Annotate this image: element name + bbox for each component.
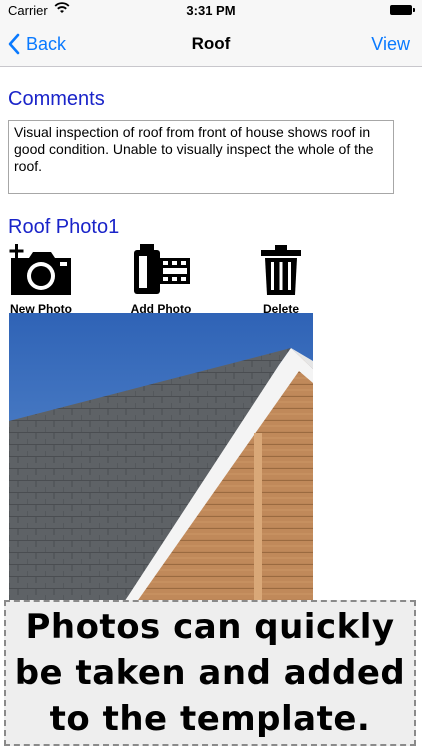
comments-heading: Comments <box>8 88 105 110</box>
camera-add-icon <box>9 244 71 295</box>
status-bar: Carrier 3:31 PM <box>0 0 422 22</box>
photo-section-heading: Roof Photo1 <box>8 216 120 238</box>
roof-photo[interactable] <box>9 313 313 613</box>
battery-icon <box>390 5 415 15</box>
delete-button[interactable]: Delete <box>252 244 310 316</box>
page-title: Roof <box>191 34 231 53</box>
navigation-bar: Back Roof View <box>0 22 422 67</box>
new-photo-button[interactable]: New Photo <box>8 244 74 316</box>
trash-icon <box>261 245 301 295</box>
promo-banner: Photos can quickly be taken and added to… <box>4 600 416 746</box>
promo-banner-text: Photos can quickly be taken and added to… <box>14 607 406 739</box>
comments-field[interactable]: Visual inspection of roof from front of … <box>8 120 394 194</box>
status-time: 3:31 PM <box>186 3 236 18</box>
film-roll-icon <box>134 244 190 294</box>
view-button[interactable]: View <box>371 34 410 55</box>
add-photo-button[interactable]: Add Photo <box>126 244 196 316</box>
